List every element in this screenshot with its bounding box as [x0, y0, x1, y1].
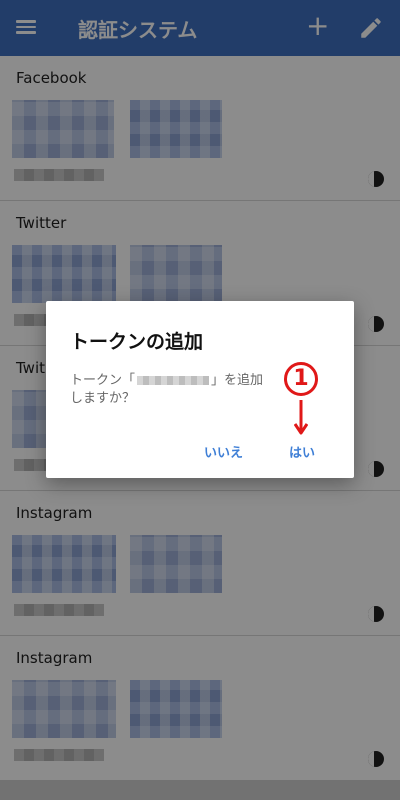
dialog-message: トークン「 」を追加しますか？	[70, 372, 270, 408]
yes-button[interactable]: はい	[289, 442, 315, 461]
step-number-badge: 1	[284, 362, 318, 396]
token-name-masked	[137, 376, 210, 385]
arrow-down-icon	[294, 400, 308, 435]
dialog-message-prefix: トークン「	[70, 373, 136, 388]
no-button[interactable]: いいえ	[204, 442, 243, 461]
dialog-title: トークンの追加	[70, 331, 204, 353]
